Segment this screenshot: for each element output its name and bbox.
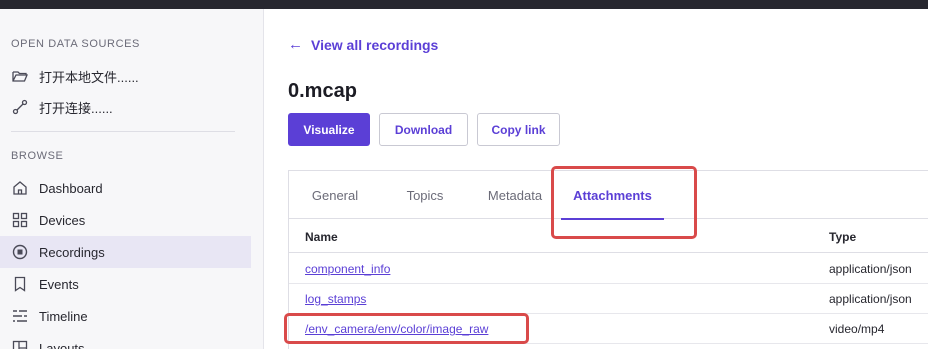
sidebar-item-dashboard[interactable]: Dashboard — [0, 172, 251, 204]
sidebar-divider — [11, 131, 235, 132]
visualize-button[interactable]: Visualize — [288, 113, 370, 146]
attachment-type: application/json — [829, 262, 912, 276]
grid-icon — [11, 211, 29, 229]
main-content: ← View all recordings 0.mcap Visualize D… — [265, 9, 928, 349]
sidebar-item-label: Recordings — [39, 244, 105, 260]
tab-attachments[interactable]: Attachments — [561, 171, 664, 220]
attachment-link[interactable]: /env_camera/env/color/image_raw — [305, 322, 488, 336]
sidebar-item-label: Dashboard — [39, 180, 103, 196]
sidebar-item-open-connection[interactable]: 打开连接...... — [0, 91, 251, 123]
download-button[interactable]: Download — [379, 113, 468, 146]
tab-metadata[interactable]: Metadata — [469, 171, 561, 219]
sidebar-item-events[interactable]: Events — [0, 268, 251, 300]
table-header: Name Type — [289, 220, 928, 253]
page-title: 0.mcap — [288, 80, 357, 102]
sidebar-item-recordings[interactable]: Recordings — [0, 236, 251, 268]
attachment-type: video/mp4 — [829, 322, 885, 336]
tab-general[interactable]: General — [289, 171, 381, 219]
view-all-recordings-link[interactable]: ← View all recordings — [288, 36, 438, 53]
tab-topics[interactable]: Topics — [381, 171, 469, 219]
column-header-type: Type — [829, 230, 857, 244]
top-bar — [0, 0, 928, 9]
sidebar-item-label: Layouts — [39, 340, 85, 349]
back-link-label: View all recordings — [311, 36, 439, 53]
sidebar-item-open-local-file[interactable]: 打开本地文件...... — [0, 60, 251, 92]
sidebar-item-label: Devices — [39, 212, 86, 228]
attachment-type: application/json — [829, 292, 912, 306]
column-header-name: Name — [305, 230, 338, 244]
bookmark-icon — [11, 275, 29, 293]
sidebar-item-label: 打开本地文件...... — [39, 69, 139, 85]
folder-open-icon — [11, 67, 29, 85]
recording-details-panel: General Topics Metadata Attachments Name… — [288, 170, 928, 349]
table-row: component_info application/json — [289, 254, 928, 284]
home-icon — [11, 179, 29, 197]
table-row: /env_camera/env/color/image_raw video/mp… — [289, 314, 928, 344]
timeline-icon — [11, 307, 29, 325]
table-row: log_stamps application/json — [289, 284, 928, 314]
sidebar: OPEN DATA SOURCES 打开本地文件...... 打开连接.....… — [0, 9, 264, 349]
sidebar-item-devices[interactable]: Devices — [0, 204, 251, 236]
connection-icon — [11, 98, 29, 116]
attachment-link[interactable]: component_info — [305, 262, 390, 276]
open-data-sources-title: OPEN DATA SOURCES — [11, 38, 140, 50]
sidebar-item-label: Timeline — [39, 308, 88, 324]
attachment-link[interactable]: log_stamps — [305, 292, 366, 306]
browse-title: BROWSE — [11, 150, 64, 162]
sidebar-item-layouts[interactable]: Layouts — [0, 332, 251, 349]
sidebar-item-timeline[interactable]: Timeline — [0, 300, 251, 332]
copy-link-button[interactable]: Copy link — [477, 113, 560, 146]
record-icon — [11, 243, 29, 261]
sidebar-item-label: 打开连接...... — [39, 100, 113, 116]
layouts-icon — [11, 339, 29, 349]
arrow-left-icon: ← — [288, 36, 303, 53]
sidebar-item-label: Events — [39, 276, 79, 292]
tab-bar: General Topics Metadata Attachments — [289, 171, 928, 220]
